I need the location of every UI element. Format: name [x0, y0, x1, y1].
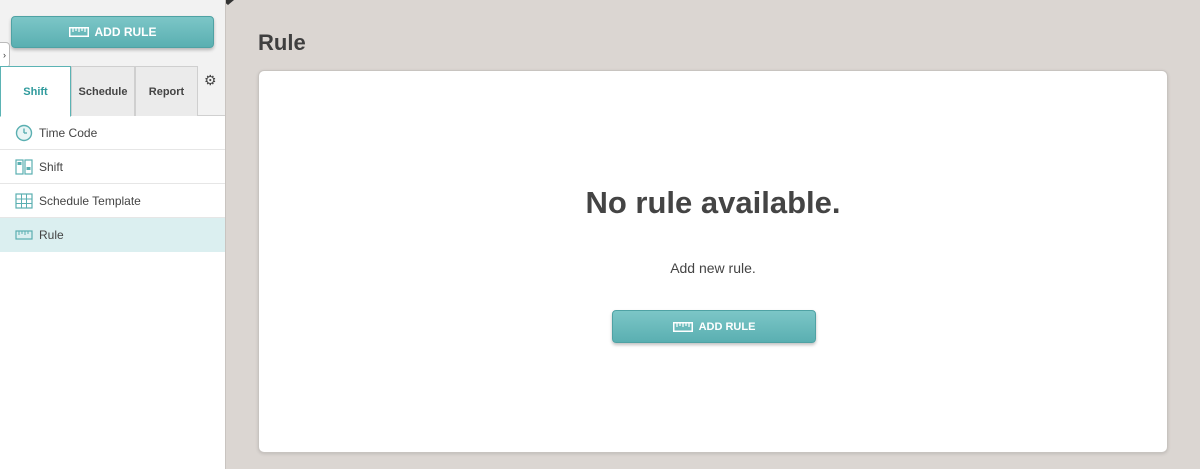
ruler-icon [672, 321, 693, 332]
schedule-template-icon [15, 192, 33, 209]
chevron-right-icon: › [3, 50, 6, 60]
tab-schedule-label: Schedule [78, 85, 128, 98]
page-title: Rule [258, 30, 306, 55]
add-rule-label: ADD RULE [698, 320, 756, 333]
collapse-sidebar-handle[interactable]: › [0, 42, 10, 68]
sidebar-add-rule-button[interactable]: ADD RULE [11, 16, 214, 48]
sidebar-item-shift[interactable]: Shift [0, 150, 225, 184]
sidebar-item-label: Time Code [39, 125, 98, 140]
sidebar-item-time-code[interactable]: Time Code [0, 116, 225, 150]
sidebar-add-rule-label: ADD RULE [94, 25, 157, 39]
empty-state-subtitle: Add new rule. [670, 260, 756, 276]
sidebar-item-label: Shift [39, 159, 64, 174]
empty-state-title: No rule available. [585, 185, 841, 220]
gear-icon[interactable]: ⚙ [204, 72, 217, 89]
add-rule-button[interactable]: ADD RULE [612, 310, 816, 343]
sidebar-item-label: Schedule Template [39, 193, 141, 208]
tab-shift[interactable]: Shift [0, 66, 71, 117]
sidebar-nav: Time Code Shift Schedule Template Rule [0, 116, 225, 252]
sidebar-header: ADD RULE › [0, 0, 225, 68]
sidebar-item-label: Rule [39, 228, 64, 242]
sidebar-item-schedule-template[interactable]: Schedule Template [0, 184, 225, 218]
clock-icon [15, 124, 33, 141]
sidebar-tabs: Shift Schedule Report ⚙ [0, 66, 225, 117]
ruler-icon [15, 230, 33, 240]
tab-report-label: Report [148, 85, 185, 98]
tab-shift-label: Shift [23, 85, 48, 98]
sidebar: ADD RULE › Shift Schedule Report ⚙ Time … [0, 0, 226, 469]
sidebar-item-rule[interactable]: Rule [0, 218, 225, 252]
empty-state-card: No rule available. Add new rule. ADD RUL… [258, 70, 1168, 453]
tab-schedule[interactable]: Schedule [71, 66, 135, 116]
ruler-icon [68, 27, 89, 37]
shift-icon [15, 158, 33, 175]
tab-report[interactable]: Report [135, 66, 198, 116]
